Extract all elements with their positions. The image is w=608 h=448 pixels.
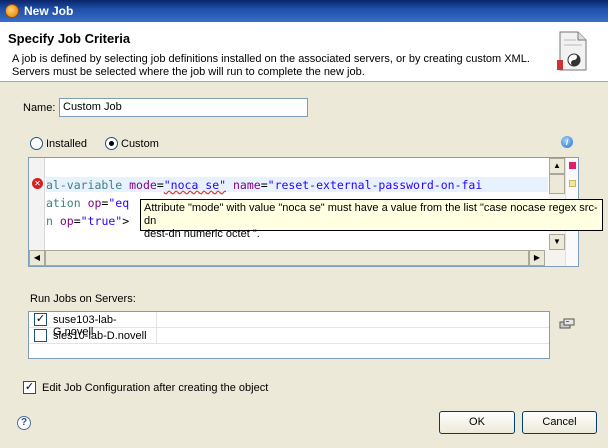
code-attr: op xyxy=(87,196,102,210)
edit-config-checkbox[interactable]: ✓ xyxy=(23,381,36,394)
name-field[interactable]: Custom Job xyxy=(59,98,308,117)
server-cell: ✓ suse103-lab-G.novell xyxy=(29,312,157,338)
help-icon[interactable]: ? xyxy=(17,416,31,430)
ok-button[interactable]: OK xyxy=(439,411,515,434)
server-checkbox[interactable]: ✓ xyxy=(34,313,47,326)
tooltip-line-1: Attribute "mode" with value "noca se" mu… xyxy=(144,202,598,227)
app-icon xyxy=(5,4,19,18)
code-line-1: al-variable mode="noca se" name="reset-e… xyxy=(46,178,483,192)
vertical-scroll-thumb[interactable] xyxy=(549,174,565,194)
info-icon[interactable]: i xyxy=(561,136,573,148)
code-value: "true" xyxy=(80,214,123,228)
scroll-left-button[interactable]: ◀ xyxy=(29,250,45,266)
horizontal-scroll-thumb[interactable] xyxy=(45,250,529,266)
code-error-value: "noca se" xyxy=(163,178,227,192)
code-value: "reset-external-password-on-fai xyxy=(267,178,483,192)
code-attr: op xyxy=(59,214,74,228)
code-attr: mode xyxy=(129,178,157,192)
list-item[interactable]: sles10-lab-D.novell xyxy=(29,328,549,344)
description-line-2: Servers must be selected where the job w… xyxy=(12,66,365,78)
servers-list: ✓ suse103-lab-G.novell sles10-lab-D.nove… xyxy=(28,311,550,359)
title-bar: New Job xyxy=(0,0,608,22)
name-label: Name: xyxy=(23,102,56,114)
server-checkbox[interactable] xyxy=(34,329,47,342)
installed-radio-label[interactable]: Installed xyxy=(46,138,87,150)
code-line-3: n op="true"> xyxy=(46,214,130,228)
code-tag-close: > xyxy=(122,214,130,228)
tooltip-line-2: dest-dn numeric octet ". xyxy=(144,228,260,240)
code-tag: n xyxy=(46,214,53,228)
job-document-icon xyxy=(557,31,587,71)
server-cell: sles10-lab-D.novell xyxy=(29,328,157,344)
code-tag: ation xyxy=(46,196,81,210)
window-title: New Job xyxy=(24,4,74,18)
error-overview-marker[interactable] xyxy=(569,162,576,169)
page-description: A job is defined by selecting job defini… xyxy=(12,53,532,79)
server-select-icon[interactable] xyxy=(559,317,575,331)
error-icon[interactable]: ✕ xyxy=(32,178,43,189)
dialog-content: Name: Custom Job Installed Custom i ✕ al… xyxy=(0,83,608,448)
code-value: "eq xyxy=(108,196,130,210)
server-name: sles10-lab-D.novell xyxy=(53,330,147,342)
scroll-right-button[interactable]: ▶ xyxy=(529,250,545,266)
custom-radio[interactable] xyxy=(105,137,118,150)
error-tooltip: Attribute "mode" with value "noca se" mu… xyxy=(140,199,603,240)
list-item[interactable]: ✓ suse103-lab-G.novell xyxy=(29,312,549,338)
cancel-button[interactable]: Cancel xyxy=(522,411,597,434)
page-heading: Specify Job Criteria xyxy=(8,31,131,46)
installed-radio[interactable] xyxy=(30,137,43,150)
warning-overview-marker[interactable] xyxy=(569,180,576,187)
code-attr: name xyxy=(233,178,261,192)
custom-radio-label[interactable]: Custom xyxy=(121,138,159,150)
code-line-2: ation op="eq xyxy=(46,196,130,210)
wizard-banner: Specify Job Criteria A job is defined by… xyxy=(0,22,608,82)
edit-config-label[interactable]: Edit Job Configuration after creating th… xyxy=(42,382,268,394)
description-line-1: A job is defined by selecting job defini… xyxy=(12,53,530,65)
editor-horizontal-scrollbar[interactable]: ◀ ▶ xyxy=(29,250,565,266)
code-tag: al-variable xyxy=(46,178,123,192)
scroll-up-button[interactable]: ▲ xyxy=(549,158,565,174)
servers-label: Run Jobs on Servers: xyxy=(30,293,136,305)
